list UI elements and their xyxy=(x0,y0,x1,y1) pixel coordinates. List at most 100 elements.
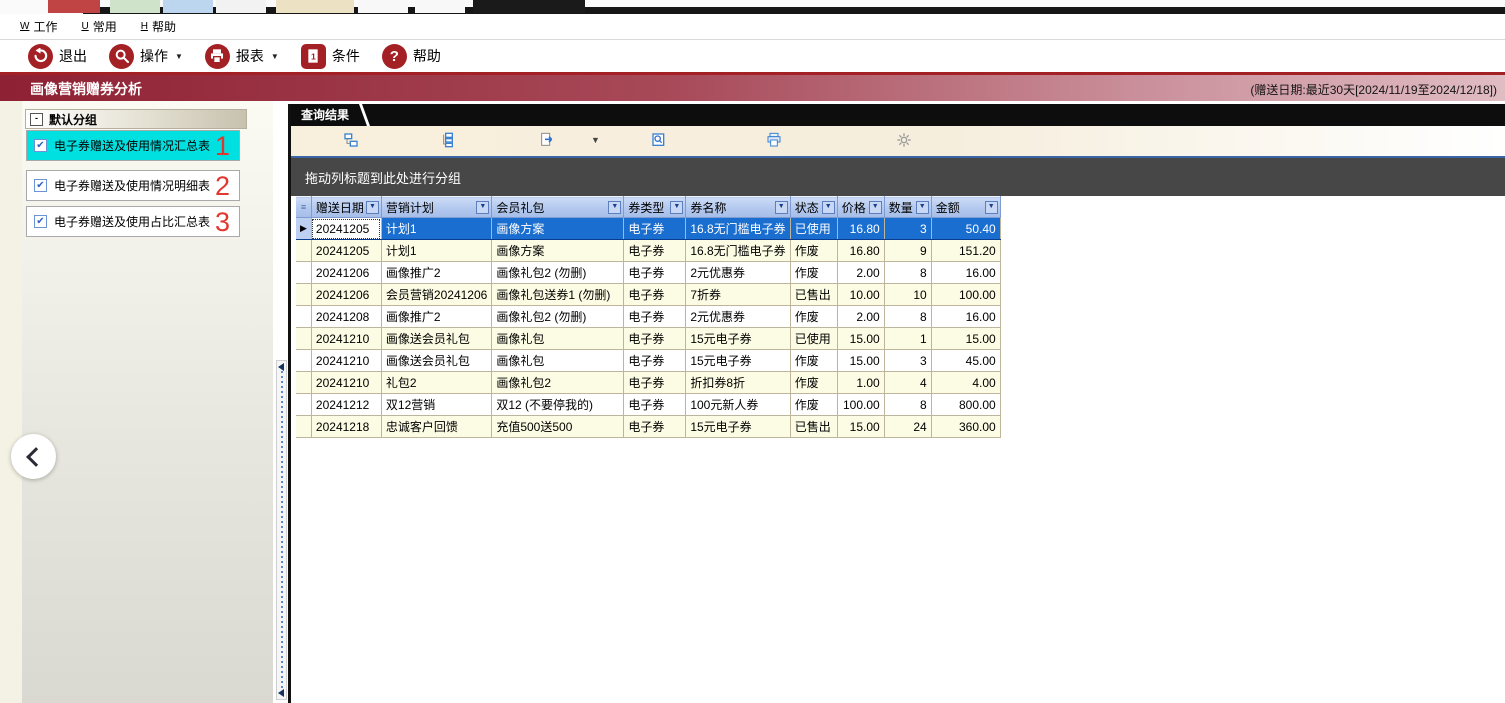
grid-cell[interactable]: 20241210 xyxy=(311,327,382,350)
grid-cell[interactable]: 16.8无门槛电子券 xyxy=(685,239,791,262)
filter-dropdown-icon[interactable]: ▼ xyxy=(476,200,490,214)
grid-cell[interactable]: 800.00 xyxy=(931,393,1001,416)
tab-stub-2[interactable] xyxy=(110,0,160,13)
grid-cell[interactable]: 15元电子券 xyxy=(685,415,791,438)
row-indicator-cell[interactable] xyxy=(296,371,312,394)
grid-cell[interactable]: 作废 xyxy=(790,261,838,284)
filter-dropdown-icon[interactable]: ▼ xyxy=(670,200,684,214)
export-dropdown-arrow[interactable]: ▼ xyxy=(591,135,600,145)
grid-cell[interactable]: 画像礼包 xyxy=(491,327,625,350)
filter-dropdown-icon[interactable]: ▼ xyxy=(915,200,929,214)
panel-splitter[interactable] xyxy=(276,360,287,700)
menu-item-帮助[interactable]: H 帮助 xyxy=(141,18,176,35)
grid-cell[interactable]: 16.8无门槛电子券 xyxy=(685,217,791,240)
grid-cell[interactable]: 电子券 xyxy=(623,393,687,416)
checkbox-icon[interactable]: ✔ xyxy=(34,179,47,192)
table-row[interactable]: 20241218 忠诚客户回馈 充值500送500 电子券 15元电子券 已售出 15.00… xyxy=(296,415,1001,438)
toolbar-button-条件[interactable]: 1 条件 xyxy=(300,43,360,69)
grid-cell[interactable]: 50.40 xyxy=(931,217,1001,240)
table-row[interactable]: 20241206 会员营销20241206 画像礼包送券1 (勿删) 电子券 7折券 已售… xyxy=(296,283,1001,306)
row-indicator-cell[interactable] xyxy=(296,349,312,372)
grid-cell[interactable]: 画像推广2 xyxy=(381,261,493,284)
grid-cell[interactable]: 360.00 xyxy=(931,415,1001,438)
grid-cell[interactable]: 1.00 xyxy=(837,371,885,394)
grid-cell[interactable]: 画像礼包 xyxy=(491,349,625,372)
row-indicator-cell[interactable]: ▶ xyxy=(296,217,312,240)
dropdown-caret-icon[interactable]: ▼ xyxy=(271,52,279,61)
table-row[interactable]: 20241206 画像推广2 画像礼包2 (勿删) 电子券 2元优惠券 作废 2.00 8 16… xyxy=(296,261,1001,284)
tab-stub-4[interactable] xyxy=(216,0,266,13)
collapse-groups-icon[interactable] xyxy=(343,132,359,148)
grid-cell[interactable]: 8 xyxy=(884,261,932,284)
grid-cell[interactable]: 充值500送500 xyxy=(491,415,625,438)
row-indicator-cell[interactable] xyxy=(296,283,312,306)
grid-cell[interactable]: 3 xyxy=(884,349,932,372)
filter-dropdown-icon[interactable]: ▼ xyxy=(821,200,835,214)
grid-cell[interactable]: 忠诚客户回馈 xyxy=(381,415,493,438)
grid-cell[interactable]: 已售出 xyxy=(790,283,838,306)
grid-cell[interactable]: 2.00 xyxy=(837,305,885,328)
grid-cell[interactable]: 电子券 xyxy=(623,261,687,284)
grid-cell[interactable]: 2元优惠券 xyxy=(685,261,791,284)
grid-cell[interactable]: 151.20 xyxy=(931,239,1001,262)
splitter-collapse-arrow-top[interactable] xyxy=(278,363,284,371)
grid-cell[interactable]: 4.00 xyxy=(931,371,1001,394)
expand-groups-icon[interactable] xyxy=(441,132,457,148)
grid-cell[interactable]: 画像礼包送券1 (勿删) xyxy=(491,283,625,306)
grid-cell[interactable]: 已使用 xyxy=(790,327,838,350)
column-header-会员礼包[interactable]: 会员礼包 ▼ xyxy=(491,196,625,218)
column-header-状态[interactable]: 状态 ▼ xyxy=(790,196,838,218)
grid-cell[interactable]: 画像方案 xyxy=(491,239,625,262)
grid-cell[interactable]: 45.00 xyxy=(931,349,1001,372)
column-header-券名称[interactable]: 券名称 ▼ xyxy=(685,196,791,218)
table-row[interactable]: 20241210 画像送会员礼包 画像礼包 电子券 15元电子券 作废 15.00 3 45.0… xyxy=(296,349,1001,372)
row-indicator-cell[interactable] xyxy=(296,239,312,262)
grid-cell[interactable]: 电子券 xyxy=(623,349,687,372)
row-indicator-cell[interactable] xyxy=(296,415,312,438)
grid-cell[interactable]: 已售出 xyxy=(790,415,838,438)
grid-cell[interactable]: 10 xyxy=(884,283,932,306)
grid-cell[interactable]: 100.00 xyxy=(931,283,1001,306)
tab-stub-active[interactable] xyxy=(473,0,585,13)
grid-cell[interactable]: 15元电子券 xyxy=(685,327,791,350)
filter-dropdown-icon[interactable]: ▼ xyxy=(984,200,998,214)
grid-cell[interactable]: 作废 xyxy=(790,371,838,394)
tab-stub-7[interactable] xyxy=(415,0,465,13)
table-row[interactable]: ▶ 20241205 计划1 画像方案 电子券 16.8无门槛电子券 已使用 16.80 3 50… xyxy=(296,217,1001,240)
grid-cell[interactable]: 画像方案 xyxy=(491,217,625,240)
grid-cell[interactable]: 画像送会员礼包 xyxy=(381,327,493,350)
grid-cell[interactable]: 电子券 xyxy=(623,305,687,328)
grid-cell[interactable]: 4 xyxy=(884,371,932,394)
grid-cell[interactable]: 15元电子券 xyxy=(685,349,791,372)
toolbar-button-报表[interactable]: 报表 ▼ xyxy=(204,43,279,69)
tab-stub-3[interactable] xyxy=(163,0,213,13)
tab-stub-1[interactable] xyxy=(48,0,100,13)
grid-cell[interactable]: 电子券 xyxy=(623,415,687,438)
row-indicator-cell[interactable] xyxy=(296,393,312,416)
grid-cell[interactable]: 8 xyxy=(884,393,932,416)
column-header-金额[interactable]: 金额 ▼ xyxy=(931,196,1001,218)
grid-cell[interactable]: 20241205 xyxy=(311,239,382,262)
grid-cell[interactable]: 电子券 xyxy=(623,327,687,350)
grid-cell[interactable]: 16.00 xyxy=(931,261,1001,284)
grid-cell[interactable]: 电子券 xyxy=(623,283,687,306)
grid-cell[interactable]: 作废 xyxy=(790,349,838,372)
grid-cell[interactable]: 双12营销 xyxy=(381,393,493,416)
row-indicator-cell[interactable] xyxy=(296,261,312,284)
menu-item-常用[interactable]: U 常用 xyxy=(81,18,116,35)
toolbar-button-退出[interactable]: 退出 xyxy=(28,43,87,69)
print-icon[interactable] xyxy=(766,132,782,148)
grid-cell[interactable]: 作废 xyxy=(790,393,838,416)
filter-dropdown-icon[interactable]: ▼ xyxy=(365,200,379,214)
grid-cell[interactable]: 15.00 xyxy=(837,327,885,350)
grid-cell[interactable]: 会员营销20241206 xyxy=(381,283,493,306)
column-header-价格[interactable]: 价格 ▼ xyxy=(837,196,885,218)
column-header-数量[interactable]: 数量 ▼ xyxy=(884,196,932,218)
splitter-collapse-arrow-bottom[interactable] xyxy=(278,689,284,697)
sidebar-report-item[interactable]: ✔ 电子券赠送及使用情况汇总表 1 xyxy=(26,130,240,161)
sidebar-report-item[interactable]: ✔ 电子券赠送及使用占比汇总表 3 xyxy=(26,206,240,237)
grid-cell[interactable]: 10.00 xyxy=(837,283,885,306)
sidebar-collapse-button[interactable] xyxy=(11,434,56,479)
grid-cell[interactable]: 3 xyxy=(884,217,932,240)
tab-query-result[interactable]: 查询结果 xyxy=(291,104,359,126)
